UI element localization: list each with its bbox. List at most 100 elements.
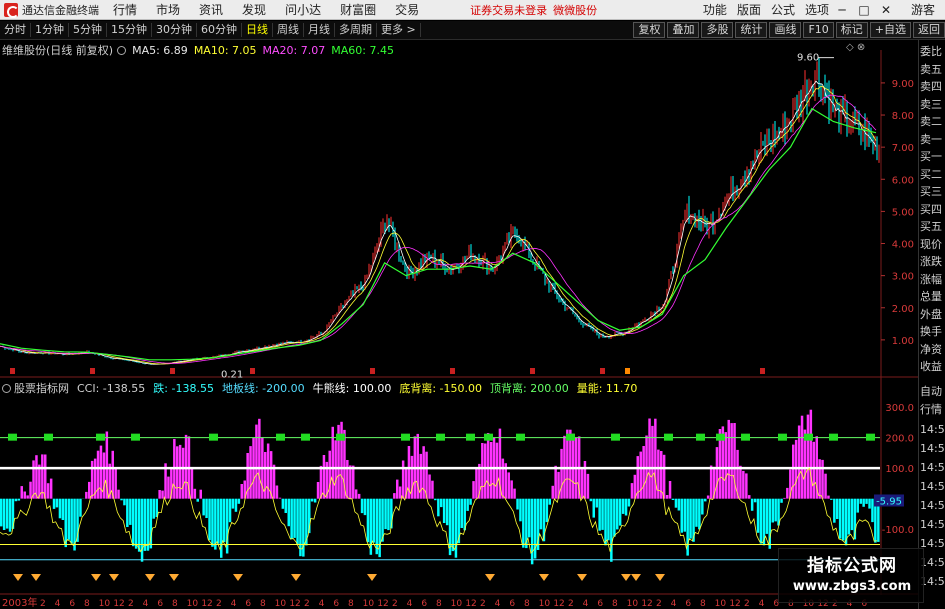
date-month-label: 8 — [612, 599, 618, 609]
date-month-label: 12 — [201, 599, 212, 609]
date-month-label: 6 — [509, 599, 515, 609]
sidebar-label: 委比 — [920, 45, 942, 58]
menu-quotes[interactable]: 行情 — [113, 1, 137, 18]
tab-daily[interactable]: 日线 — [242, 23, 273, 37]
menu-layout[interactable]: 版面 — [737, 1, 761, 18]
cci-bar — [29, 481, 32, 499]
buy-signal-marker — [367, 574, 377, 581]
cci-bar — [431, 480, 434, 499]
menu-news[interactable]: 资讯 — [199, 1, 223, 18]
date-month-label: 10 — [451, 599, 463, 609]
cci-bar — [49, 478, 53, 499]
statistics-button[interactable]: 统计 — [735, 22, 768, 38]
tab-30min[interactable]: 30分钟 — [152, 23, 197, 37]
date-month-label: 10 — [539, 599, 551, 609]
date-month-label: 12 — [113, 599, 124, 609]
guest-user[interactable]: 游客 — [911, 1, 935, 18]
tab-monthly[interactable]: 月线 — [304, 23, 335, 37]
settings-icon[interactable] — [117, 45, 127, 55]
price-tick-label: 2.00 — [892, 304, 914, 315]
tab-60min[interactable]: 60分钟 — [197, 23, 242, 37]
mark-button[interactable]: 标记 — [835, 22, 868, 38]
sidebar-trade-time: 14:50 — [920, 442, 945, 455]
price-tick-label: 6.00 — [892, 175, 914, 186]
cci-bar — [545, 498, 549, 523]
cci-bar — [639, 451, 642, 499]
cci-bar — [821, 459, 824, 499]
tab-multi-period[interactable]: 多周期 — [335, 23, 377, 37]
price-tick-label: 7.00 — [892, 143, 914, 154]
cci-bar — [88, 481, 91, 499]
cci-bar — [742, 470, 745, 499]
menu-market[interactable]: 市场 — [156, 1, 180, 18]
order-book-sidebar: 委比 卖五 卖四 卖三 卖二 卖一 买一 买二 买三 买四 买五 现价 涨跌 涨幅 总量 外盘 换手 净资 收益 自动… — [918, 40, 945, 609]
date-month-label: 12 — [553, 599, 564, 609]
login-warning[interactable]: 证券交易未登录 — [470, 2, 547, 18]
cci-bar — [792, 444, 795, 499]
sidebar-trade-time: 14:50 — [920, 461, 945, 474]
tab-more[interactable]: 更多 > — [377, 23, 421, 37]
multi-stock-button[interactable]: 多股 — [701, 22, 734, 38]
tab-5min[interactable]: 5分钟 — [69, 23, 107, 37]
cci-bar — [759, 498, 763, 544]
menu-formula[interactable]: 公式 — [771, 1, 795, 18]
cci-bar — [530, 498, 534, 565]
cci-bar — [398, 486, 402, 499]
f10-button[interactable]: F10 — [803, 22, 834, 38]
cci-bar — [642, 446, 645, 499]
top-divergence-marker — [866, 433, 875, 441]
top-divergence-marker — [664, 433, 673, 441]
cci-bar — [701, 498, 704, 515]
price-tick-label: 3.00 — [892, 272, 914, 283]
menu-trade[interactable]: 交易 — [395, 1, 419, 18]
menu-function[interactable]: 功能 — [703, 1, 727, 18]
cci-bar — [827, 495, 830, 499]
price-chart[interactable]: 9.00 8.00 7.00 6.00 5.00 4.00 3.00 2.00 1.00 9.60… — [0, 40, 918, 378]
cci-bar — [648, 418, 651, 499]
cci-bar — [756, 498, 760, 533]
overlay-button[interactable]: 叠加 — [667, 22, 700, 38]
sidebar-label: 卖一 — [920, 132, 942, 146]
stock-name[interactable]: 维维股份(日线 前复权) — [2, 42, 113, 58]
date-month-label: 2 — [568, 599, 574, 609]
cci-bar — [129, 498, 132, 525]
top-divergence-marker — [209, 433, 218, 441]
chart-corner-icons[interactable]: ◇ ⊗ — [846, 42, 865, 53]
tab-weekly[interactable]: 周线 — [273, 23, 304, 37]
cci-bar — [281, 498, 285, 509]
date-month-label: 12 — [641, 599, 652, 609]
minimize-icon[interactable]: ─ — [833, 3, 851, 17]
indicator-settings-icon[interactable] — [2, 383, 11, 393]
cci-bar — [340, 421, 343, 499]
cci-bar — [572, 433, 575, 499]
adjust-button[interactable]: 复权 — [633, 22, 666, 38]
floor-line-value: 地板线: -200.00 — [221, 382, 305, 395]
cci-bar — [52, 498, 56, 509]
back-button[interactable]: 返回 — [913, 22, 945, 38]
tab-15min[interactable]: 15分钟 — [107, 23, 152, 37]
cci-bar — [61, 498, 65, 520]
event-marker — [760, 368, 765, 374]
date-month-label: 2 — [40, 599, 46, 609]
menu-options[interactable]: 选项 — [805, 1, 829, 18]
menu-wealth-circle[interactable]: 财富圈 — [340, 1, 376, 18]
menu-assistant[interactable]: 问小达 — [285, 1, 321, 18]
ma60-value: MA60: 7.45 — [331, 43, 394, 57]
cci-bar — [393, 493, 396, 499]
menu-discover[interactable]: 发现 — [242, 1, 266, 18]
cci-bar — [630, 483, 634, 499]
add-watchlist-button[interactable]: +自选 — [869, 22, 911, 38]
indicator-name[interactable]: 股票指标网 — [14, 380, 69, 396]
tab-intraday[interactable]: 分时 — [0, 23, 31, 37]
cci-bar — [698, 498, 701, 530]
date-month-label: 8 — [700, 599, 706, 609]
cci-bar — [668, 481, 672, 499]
cci-bar — [607, 498, 610, 541]
close-icon[interactable]: ✕ — [877, 3, 895, 17]
maximize-icon[interactable]: □ — [855, 3, 873, 17]
cci-bar — [211, 498, 214, 547]
draw-line-button[interactable]: 画线 — [769, 22, 802, 38]
sidebar-mode-label: 行情 — [920, 403, 942, 416]
indicator-tick-label: 200.0 — [885, 434, 914, 445]
tab-1min[interactable]: 1分钟 — [31, 23, 69, 37]
